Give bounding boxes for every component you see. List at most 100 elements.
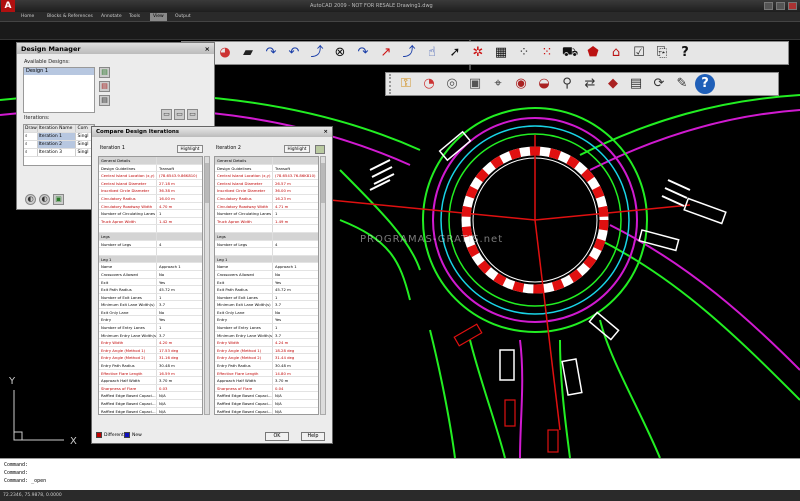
tab-view[interactable]: View <box>150 13 167 21</box>
legend-new: New <box>124 432 142 438</box>
designs-list[interactable]: Design 1 <box>23 67 95 113</box>
house-icon[interactable]: ⌂ <box>606 43 626 63</box>
section-row: General Details <box>99 157 202 165</box>
curve-arrow-1-icon[interactable]: ↷ <box>261 43 281 63</box>
draw-icon[interactable]: ⌕ <box>24 133 38 140</box>
help-circle-icon[interactable]: ? <box>695 74 715 94</box>
table-row: Minimum Entry Lane Width(s) 3.7 <box>99 331 202 340</box>
gear-link-icon[interactable]: ✲ <box>468 43 488 63</box>
maximize-button[interactable] <box>776 2 785 10</box>
close-button[interactable] <box>788 2 797 10</box>
design-manager-titlebar[interactable]: Design Manager × <box>17 43 214 54</box>
tab-annotate[interactable]: Annotate <box>98 13 125 21</box>
compare-titlebar[interactable]: Compare Design Iterations × <box>92 127 332 137</box>
sync-icon[interactable] <box>315 145 325 154</box>
help-button[interactable]: Help <box>301 432 325 441</box>
property-value: No <box>159 271 165 277</box>
table-row: Circulatory Roadway Width 4.70 m <box>99 202 202 211</box>
table-row: Exit Only Lane No <box>215 308 318 317</box>
table-row[interactable]: ⌕ Iteration 1 Singl <box>24 133 95 141</box>
curve-arrow-3-icon[interactable]: ⤴ <box>307 43 327 63</box>
box-3d-icon[interactable]: ▣ <box>465 74 485 94</box>
tab-blocks-references[interactable]: Blocks & References <box>44 13 96 21</box>
close-icon[interactable]: × <box>205 45 210 53</box>
property-name: Effective Flare Length <box>99 369 157 377</box>
tab-home[interactable]: Home <box>18 13 37 21</box>
property-value <box>273 256 318 263</box>
add-design-icon[interactable]: ▤ <box>99 67 110 78</box>
table-row[interactable]: ⌕ Iteration 2 Singl <box>24 141 95 149</box>
diamond-icon[interactable]: ◆ <box>603 74 623 94</box>
shield-icon[interactable]: ⬟ <box>583 43 603 63</box>
draw-icon[interactable]: ⌕ <box>24 141 38 148</box>
design-item[interactable]: Design 1 <box>24 68 94 75</box>
highlight-right-button[interactable]: Highlight <box>284 145 310 153</box>
compare-icon[interactable]: ▣ <box>53 194 64 205</box>
property-value: 45.72 m <box>159 287 175 293</box>
close-icon[interactable]: × <box>323 129 328 135</box>
ucs-y-label: Y <box>8 376 16 387</box>
check-doc-icon[interactable]: ☑ <box>629 43 649 63</box>
table-row: Exit Yes <box>215 278 318 287</box>
vehicle-icon[interactable]: ⛟ <box>560 43 580 63</box>
edit-design-icon[interactable]: ▤ <box>99 95 110 106</box>
tab-tools[interactable]: Tools <box>126 13 143 21</box>
hand-pointer-icon[interactable]: ☝ <box>422 43 442 63</box>
toolbar-grip[interactable] <box>389 74 393 94</box>
command-line[interactable]: Command: Command: Command: _open <box>0 458 800 490</box>
first-icon[interactable]: ◐ <box>25 194 36 205</box>
table-row: Inscribed Circle Diameter 36.38 m <box>99 187 202 195</box>
scroll-thumb[interactable] <box>205 163 209 203</box>
delete-design-icon[interactable]: ▤ <box>99 81 110 92</box>
refresh-icon[interactable]: ⟳ <box>649 74 669 94</box>
transfer-icon[interactable]: ⇄ <box>580 74 600 94</box>
new-swatch <box>124 432 130 438</box>
right-scrollbar[interactable] <box>320 156 326 415</box>
curve-arrow-6-icon[interactable]: ⤴ <box>399 43 419 63</box>
property-name: Central Island Location (x,y) <box>215 172 273 179</box>
export-icon[interactable]: ▭ <box>174 109 185 120</box>
property-value: 27.18 m <box>159 180 175 186</box>
minimize-button[interactable] <box>764 2 773 10</box>
ok-button[interactable]: OK <box>265 432 289 441</box>
curve-arrow-5-icon[interactable]: ↗ <box>376 43 396 63</box>
preview-icon[interactable]: ⎘ <box>652 43 672 63</box>
property-name: Raffled Edge Based Capaci... <box>217 407 273 414</box>
key-icon[interactable]: ⚿ <box>396 74 416 94</box>
table-row: Exit Only Lane No <box>99 308 202 317</box>
import-icon[interactable]: ▭ <box>161 109 172 120</box>
target-icon[interactable]: ⌖ <box>488 74 508 94</box>
circle-dot-icon[interactable]: ◉ <box>511 74 531 94</box>
color-wheel-icon[interactable]: ◕ <box>215 43 235 63</box>
highlight-left-button[interactable]: Highlight <box>177 145 203 153</box>
close-circle-icon[interactable]: ⊗ <box>330 43 350 63</box>
second-icon[interactable]: ◐ <box>39 194 50 205</box>
palette-icon[interactable]: ◔ <box>419 74 439 94</box>
help-question-icon[interactable]: ? <box>675 43 695 63</box>
gauge-icon[interactable]: ◒ <box>534 74 554 94</box>
table-row[interactable]: ⌕ Iteration 3 Singl <box>24 149 95 157</box>
autocad-logo-icon[interactable]: A <box>1 0 15 12</box>
grid-icon[interactable]: ▦ <box>491 43 511 63</box>
scatter-2-icon[interactable]: ⁙ <box>537 43 557 63</box>
survey-icon[interactable]: ⚲ <box>557 74 577 94</box>
table-row: Raffled Edge Based Capaci... N/A <box>99 400 202 408</box>
property-name: Effective Flare Length <box>215 369 273 377</box>
property-name: General Details <box>99 157 157 164</box>
calc-icon[interactable]: ▤ <box>626 74 646 94</box>
cd-icon[interactable]: ◎ <box>442 74 462 94</box>
draw-icon[interactable]: ⌕ <box>24 149 38 156</box>
tab-output[interactable]: Output <box>172 13 194 21</box>
pointer-icon[interactable]: ➚ <box>445 43 465 63</box>
left-scrollbar[interactable] <box>204 156 210 415</box>
property-name: Raffled Edge Based Capaci... <box>217 392 273 399</box>
curve-arrow-2-icon[interactable]: ↶ <box>284 43 304 63</box>
scroll-thumb[interactable] <box>321 163 325 203</box>
command-history-line: Command: _open <box>4 478 47 484</box>
truck-icon[interactable]: ▰ <box>238 43 258 63</box>
settings-icon[interactable]: ▭ <box>187 109 198 120</box>
curve-arrow-4-icon[interactable]: ↷ <box>353 43 373 63</box>
table-row: Entry Angle (Method 2) 31.44 deg <box>215 354 318 363</box>
scatter-icon[interactable]: ⁘ <box>514 43 534 63</box>
edit-doc-icon[interactable]: ✎ <box>672 74 692 94</box>
